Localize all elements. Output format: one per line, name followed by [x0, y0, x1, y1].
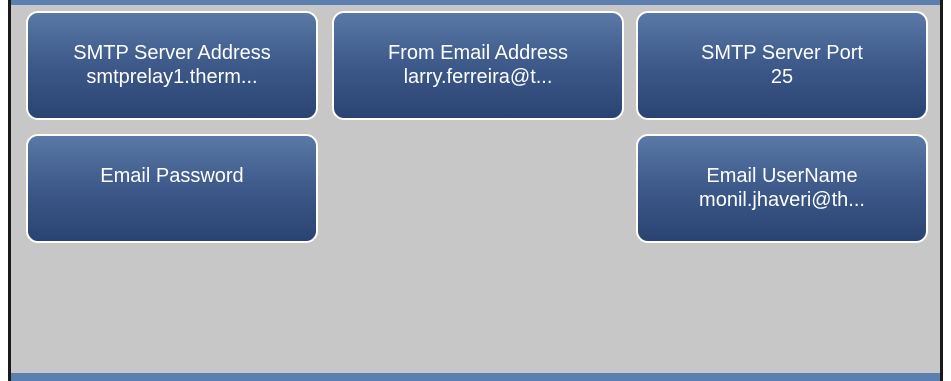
email-password-label: Email Password: [100, 165, 244, 187]
email-password-button[interactable]: Email Password: [26, 134, 318, 243]
email-settings-screen: SMTP Server Address smtprelay1.therm... …: [8, 0, 943, 381]
smtp-server-address-label: SMTP Server Address: [73, 42, 271, 64]
email-username-label: Email UserName: [706, 165, 858, 187]
email-username-button[interactable]: Email UserName monil.jhaveri@th...: [636, 134, 928, 243]
from-email-address-button[interactable]: From Email Address larry.ferreira@t...: [332, 11, 624, 120]
smtp-server-port-value: 25: [770, 66, 794, 88]
top-accent-bar: [11, 0, 940, 5]
bottom-status-bar: [11, 373, 940, 381]
from-email-address-label: From Email Address: [387, 42, 569, 64]
smtp-server-address-value: smtprelay1.therm...: [86, 66, 258, 88]
smtp-server-address-button[interactable]: SMTP Server Address smtprelay1.therm...: [26, 11, 318, 120]
smtp-server-port-button[interactable]: SMTP Server Port 25: [636, 11, 928, 120]
smtp-server-port-label: SMTP Server Port: [701, 42, 863, 64]
from-email-address-value: larry.ferreira@t...: [403, 66, 553, 88]
email-username-value: monil.jhaveri@th...: [699, 189, 865, 211]
